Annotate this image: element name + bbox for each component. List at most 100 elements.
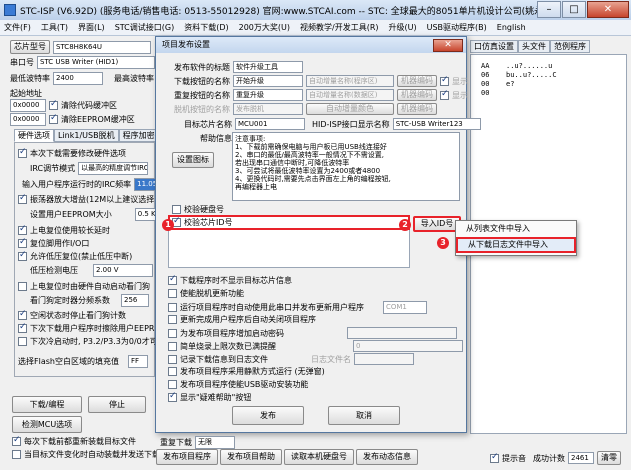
opt-reset-io-checkbox[interactable] (18, 237, 27, 248)
dl-btn-input[interactable]: 开始升级 (233, 75, 303, 87)
hide-chip-info-checkbox[interactable] (168, 274, 177, 285)
opt-erase-checkbox[interactable] (18, 322, 27, 333)
auto-port-checkbox[interactable] (168, 303, 177, 312)
silent-checkbox[interactable] (168, 367, 177, 376)
lvd-select[interactable]: 2.00 V (93, 264, 153, 277)
password-input[interactable] (347, 327, 457, 339)
redl-btn-input[interactable]: 重复升级 (233, 89, 303, 101)
hex-column: AA 06 00 00 (481, 62, 489, 98)
hid-input[interactable]: STC-USB Writer123 (392, 118, 481, 130)
menu-video[interactable]: 视频教学/开发工具(R) (300, 22, 379, 33)
port-select[interactable]: STC USB Writer (HID1) (37, 56, 155, 69)
opt-modify-checkbox[interactable] (18, 147, 27, 158)
dl-btn-row: 下载按钮的名称 开始升级 自动增量名称(程序区) 机器编码 显示 (174, 75, 468, 87)
machine-code-button-3[interactable]: 机器编码 (397, 103, 437, 115)
menu-file[interactable]: 文件(F) (4, 22, 31, 33)
auto-port-label: 运行项目程序时自动使用此串口并发布更新用户程序 (180, 303, 364, 312)
publish-project-button[interactable]: 发布项目程序 (156, 449, 218, 465)
publish-button[interactable]: 发布 (232, 406, 304, 425)
auto-inc-data-input[interactable]: 自动增量名称(数据区) (306, 89, 394, 101)
read-disk-id-button[interactable]: 读取本机硬盘号 (284, 449, 354, 465)
menu-upgrade[interactable]: 升级(U) (389, 22, 417, 33)
opt-p32-checkbox[interactable] (18, 337, 27, 346)
clear-eeprom-checkbox[interactable] (49, 113, 58, 124)
publish-help-button[interactable]: 发布项目帮助 (220, 449, 282, 465)
auto-inc-color-button[interactable]: 自动增量颜色 (306, 103, 394, 115)
irc-mode-select[interactable]: 以最高的精度调节IRC频率 (78, 162, 149, 175)
check-mcu-button[interactable]: 检测MCU选项 (12, 416, 82, 433)
clear-count-button[interactable]: 清零 (597, 451, 621, 465)
baud-row: 最低波特率 2400 最高波特率 (10, 72, 154, 85)
check-disk-checkbox[interactable] (172, 205, 181, 214)
opt-modify-row: 本次下载需要修改硬件选项 (18, 147, 126, 159)
log-checkbox[interactable] (168, 354, 177, 364)
target-chip-input[interactable]: MCU001 (235, 118, 305, 130)
silent-label: 发布项目程序采用静默方式运行 (无弹窗) (180, 367, 325, 376)
fill-select[interactable]: FF (127, 355, 148, 368)
clear-code-checkbox[interactable] (49, 99, 58, 110)
tab-examples[interactable]: 范例程序 (550, 40, 590, 53)
chip-model-select[interactable]: STC8H8K64U (53, 40, 151, 54)
usb-driver-checkbox[interactable] (168, 380, 177, 389)
menu-usb-driver[interactable]: USB驱动程序(B) (427, 22, 487, 33)
min-baud-select[interactable]: 2400 (53, 72, 103, 85)
import-id-button[interactable]: 导入ID号 (413, 216, 461, 232)
menu-import-from-list[interactable]: 从列表文件中导入 (456, 221, 576, 237)
lvd-label: 低压检测电压 (30, 266, 78, 275)
close-button[interactable]: ✕ (587, 1, 629, 18)
offline-update-checkbox[interactable] (168, 289, 177, 298)
reload-checkbox[interactable] (12, 435, 21, 446)
addr2-input[interactable]: 0x0000 (10, 113, 46, 126)
download-button[interactable]: 下载/编程 (12, 396, 82, 413)
help-btn-checkbox[interactable] (168, 391, 177, 402)
pub-title-row: 发布软件的标题 软件升级工具 (174, 61, 303, 73)
menu-interface[interactable]: 界面(L) (78, 22, 105, 33)
auto-close-checkbox[interactable] (168, 315, 177, 324)
password-checkbox[interactable] (168, 328, 177, 338)
max-count-checkbox[interactable] (168, 341, 177, 351)
help-notes-text[interactable]: 注意事项: 1、下载前需确保电脑与用户板已用USB线连接好 2、串口的最低/最高… (232, 132, 460, 201)
maximize-button[interactable]: □ (562, 1, 586, 18)
stop-button[interactable]: 停止 (88, 396, 146, 413)
opt-row-2: 运行项目程序时自动使用此串口并发布更新用户程序 COM1 (168, 301, 427, 314)
tab-header-file[interactable]: 头文件 (518, 40, 550, 53)
show-checkbox-1[interactable] (440, 75, 449, 86)
opt-lvr-checkbox[interactable] (18, 250, 27, 261)
opt-delay-checkbox[interactable] (18, 224, 27, 235)
tab-link1-usb[interactable]: Link1/USB脱机 (54, 129, 119, 142)
auto-inc-program-input[interactable]: 自动增量名称(程序区) (306, 75, 394, 87)
addr1-input[interactable]: 0x0000 (10, 99, 46, 112)
auto-send-checkbox[interactable] (12, 450, 21, 459)
menu-prize[interactable]: 200万大奖(U) (239, 22, 290, 33)
publish-dynamic-button[interactable]: 发布动态信息 (356, 449, 418, 465)
chip-model-button[interactable]: 芯片型号 (10, 40, 50, 54)
dialog-close-button[interactable]: ✕ (433, 39, 463, 52)
check-id-label: 校验芯片ID号 (184, 218, 233, 227)
menu-tools[interactable]: 工具(T) (41, 22, 68, 33)
set-icon-button[interactable]: 设置图标 (172, 152, 214, 168)
menu-import-from-log[interactable]: 从下载日志文件中导入 (456, 237, 576, 253)
tab-port-sim[interactable]: 口仿真设置 (470, 40, 518, 53)
wdt-div-select[interactable]: 256 (121, 294, 149, 307)
menu-download[interactable]: 资料下载(D) (184, 22, 228, 33)
menu-english[interactable]: English (497, 23, 526, 32)
addr2-row: 0x0000 清除EEPROM缓冲区 (10, 113, 135, 126)
offline-btn-input[interactable]: 发布脱机 (233, 103, 303, 115)
opt-idle-checkbox[interactable] (18, 309, 27, 320)
log-file-input[interactable] (354, 353, 414, 365)
cancel-button[interactable]: 取消 (328, 406, 400, 425)
redownload-select[interactable]: 无限 (195, 436, 235, 449)
com-port-select[interactable]: COM1 (383, 301, 427, 314)
minimize-button[interactable]: – (537, 1, 561, 18)
opt-wdt-checkbox[interactable] (18, 282, 27, 291)
show-checkbox-2[interactable] (440, 89, 449, 100)
machine-code-button-1[interactable]: 机器编码 (397, 75, 437, 87)
opt-row-0: 下载程序时不显示目标芯片信息 (168, 274, 292, 286)
menu-debug[interactable]: STC调试接口(G) (115, 22, 175, 33)
beep-checkbox[interactable] (490, 452, 499, 463)
tab-hardware-options[interactable]: 硬件选项 (14, 129, 54, 142)
opt-gain-checkbox[interactable] (18, 193, 27, 204)
max-count-input[interactable]: 0 (353, 340, 463, 352)
machine-code-button-2[interactable]: 机器编码 (397, 89, 437, 101)
pub-title-input[interactable]: 软件升级工具 (233, 61, 303, 73)
